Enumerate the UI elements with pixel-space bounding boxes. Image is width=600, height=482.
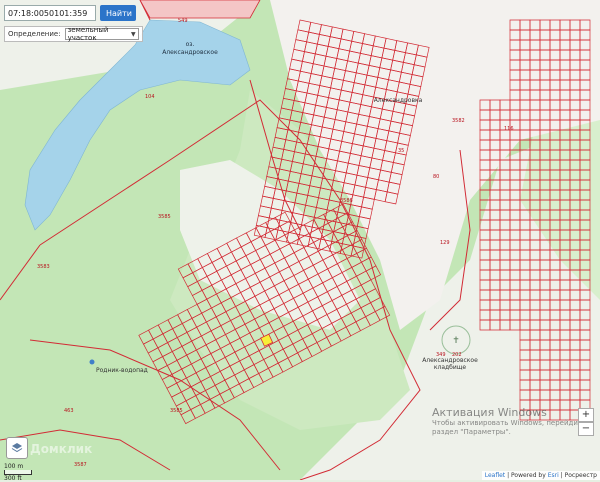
definition-label: Определение: [8, 30, 61, 38]
svg-text:✝: ✝ [452, 336, 460, 346]
leaflet-link[interactable]: Leaflet [485, 472, 505, 479]
cadastral-number-input[interactable] [4, 5, 96, 21]
parcel-label: 3582 [452, 118, 465, 124]
parcel-label: 349 [436, 352, 446, 358]
cemetery-label-line2: кладбище [434, 364, 467, 371]
road-strip [139, 0, 261, 19]
parcel-label: 3586 [340, 198, 353, 204]
definition-select[interactable]: земельный участок ▼ [64, 26, 139, 42]
attribution-powered: Powered by [511, 472, 546, 479]
parcel-label: 549 [178, 18, 188, 24]
windows-activation-title: Активация Windows [432, 406, 547, 419]
search-bar: Найти [4, 5, 136, 21]
lake-label-line1: оз. [186, 41, 195, 48]
zoom-control: + − [578, 408, 594, 436]
parcel-label: 3585 [170, 408, 183, 414]
layers-button[interactable] [6, 437, 28, 459]
spring-marker [89, 359, 95, 365]
parcel-label: 463 [64, 408, 74, 414]
scale-bar: 100 m 300 ft [4, 463, 32, 482]
scale-label-imperial: 300 ft [4, 475, 22, 482]
parcel-label: 104 [145, 94, 155, 100]
lake-label-line2: Александровское [162, 49, 218, 56]
parcel-label: 80 [433, 174, 439, 180]
parcel-label: 3587 [74, 462, 87, 468]
village-label: Александровка [374, 97, 423, 104]
chevron-down-icon: ▼ [130, 30, 136, 38]
definition-row: Определение: земельный участок ▼ [4, 26, 143, 42]
parcel-label: 202 [452, 352, 462, 358]
layers-icon [11, 443, 23, 453]
parcel-label: 129 [440, 240, 450, 246]
watermark-logo: Домклик [30, 442, 93, 456]
windows-activation-line2: раздел "Параметры". [432, 428, 511, 436]
zoom-in-button[interactable]: + [578, 408, 594, 422]
attribution-rosreestr: Росреестр [564, 472, 597, 479]
parcel-label: 3583 [37, 264, 50, 270]
windows-activation-line1: Чтобы активировать Windows, перейдите в [432, 419, 593, 427]
map-attribution: Leaflet | Powered by Esri | Росреестр [481, 471, 600, 480]
spring-label: Родник-водопад [96, 367, 148, 374]
definition-selected-value: земельный участок [67, 26, 109, 42]
zoom-out-button[interactable]: − [578, 422, 594, 436]
parcel-label: 3585 [158, 214, 171, 220]
parcel-label: 116 [504, 126, 514, 132]
windows-activation-notice: Активация Windows Чтобы активировать Win… [432, 406, 593, 437]
cemetery-label-line1: Александровское [422, 357, 478, 364]
find-button[interactable]: Найти [100, 5, 136, 21]
parcel-label: 35 [398, 148, 404, 154]
esri-link[interactable]: Esri [548, 472, 559, 479]
scale-label-metric: 100 m [4, 463, 24, 470]
